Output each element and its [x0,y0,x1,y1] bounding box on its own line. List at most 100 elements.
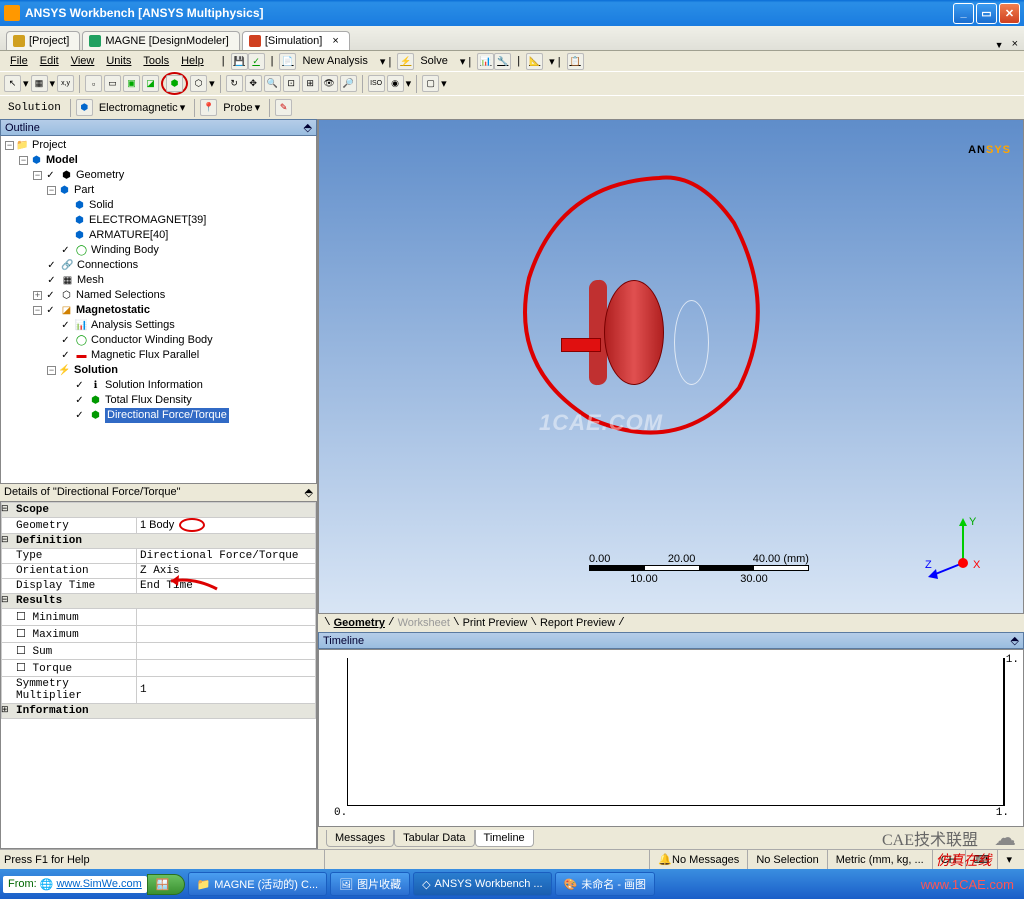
tab-designmodeler[interactable]: MAGNE [DesignModeler] [82,31,240,50]
vertex-icon[interactable]: x,y [57,75,74,92]
dm-icon [89,35,101,47]
body-select-icon[interactable]: ⬢ [166,75,183,92]
rotate-icon[interactable]: ↻ [226,75,243,92]
tab-project[interactable]: [Project] [6,31,80,50]
details-panel[interactable]: Scope Geometry1 Body Definition TypeDire… [0,501,317,849]
watermark-1cae: 1CAE.COM [539,410,663,436]
svg-text:Z: Z [925,559,932,571]
orientation-value[interactable]: Z Axis [137,564,316,579]
body-filter-icon[interactable]: ◪ [142,75,159,92]
project-icon [13,35,25,47]
view-icon[interactable]: ◉ [387,75,404,92]
view-tabs: \Geometry/Worksheet\Print Preview\Report… [318,614,1024,632]
util-icon-2[interactable]: 🔧 [494,53,511,70]
start-button[interactable]: 🪟 [147,874,185,895]
body-select-highlight: ⬢ [161,72,188,95]
status-help: Press F1 for Help [4,854,324,866]
watermark-url: www.1CAE.com [921,877,1014,892]
check-icon[interactable]: ✓ [248,53,265,70]
triad-icon[interactable]: Y Z X [923,513,993,583]
outline-header: Outline⬘ [0,119,317,136]
menu-file[interactable]: File [4,53,34,69]
zoom-box-icon[interactable]: ⊡ [283,75,300,92]
iso-icon[interactable]: ISO [368,75,385,92]
project-icon: 📁 [16,139,29,152]
new-analysis-button[interactable]: New Analysis [296,53,373,69]
tab-print-preview[interactable]: Print Preview [460,617,531,629]
pin-icon[interactable]: ⬘ [305,486,313,499]
select-icon[interactable]: ▦ [31,75,48,92]
maximize-button[interactable]: ▭ [976,3,997,24]
pin-icon[interactable]: ⬘ [304,121,312,134]
tabs-close-icon[interactable]: × [1012,38,1018,50]
display-time-value[interactable]: End Time [137,579,316,594]
timeline-chart[interactable]: 1. 0. 1. [347,658,1005,806]
tab-messages[interactable]: Messages [326,830,394,847]
tree-selected-item[interactable]: ✓⬢Directional Force/Torque [3,408,314,423]
electromagnetic-dropdown[interactable]: Electromagnetic ▾ [95,99,189,117]
status-messages[interactable]: 🔔 No Messages [649,850,747,869]
util-icon-1[interactable]: 📊 [477,53,494,70]
task-paint[interactable]: 🎨 未命名 - 画图 [555,872,655,896]
save-icon[interactable]: 💾 [231,53,248,70]
status-bar: Press F1 for Help 🔔 No Messages No Selec… [0,849,1024,869]
outline-tree[interactable]: −📁Project −⬢Model −✓⬢Geometry −⬢Part ⬢So… [0,136,317,484]
tab-tabular-data[interactable]: Tabular Data [394,830,474,847]
tool-icon[interactable]: ✎ [275,99,292,116]
timeline-panel[interactable]: 1. 0. 1. [318,649,1024,827]
probe-dropdown[interactable]: Probe ▾ [219,99,264,117]
zoom-fit-icon[interactable]: ⊞ [302,75,319,92]
tab-worksheet[interactable]: Worksheet [395,617,453,629]
tab-simulation[interactable]: [Simulation]× [242,31,350,50]
edge-filter-icon[interactable]: ▭ [104,75,121,92]
window-titlebar: ANSYS Workbench [ANSYS Multiphysics] _ ▭… [0,0,1024,26]
task-magne[interactable]: 📁 MAGNE (活动的) C... [188,872,328,896]
wireframe-icon[interactable]: ▢ [422,75,439,92]
close-button[interactable]: ✕ [999,3,1020,24]
app-icon [4,5,20,21]
tab-timeline[interactable]: Timeline [475,830,534,847]
minimize-button[interactable]: _ [953,3,974,24]
zoom-icon[interactable]: 🔍 [264,75,281,92]
menu-tools[interactable]: Tools [137,53,175,69]
tab-report-preview[interactable]: Report Preview [537,617,618,629]
3d-model[interactable] [589,280,679,385]
windows-taskbar: From:🌐www.SimWe.com 🪟 📁 MAGNE (活动的) C...… [0,869,1024,899]
task-ansys[interactable]: ◇ ANSYS Workbench ... [413,872,551,896]
status-units[interactable]: Metric (mm, kg, ...仿真在线 [827,850,932,869]
magneto-icon: ◪ [60,304,73,317]
worksheet-icon[interactable]: 📋 [567,53,584,70]
menu-units[interactable]: Units [100,53,137,69]
face-filter-icon[interactable]: ▣ [123,75,140,92]
geometry-value[interactable]: 1 Body [137,518,316,534]
type-value[interactable]: Directional Force/Torque [137,549,316,564]
extend-icon[interactable]: ⬡ [190,75,207,92]
magnify-icon[interactable]: 🔎 [340,75,357,92]
menu-help[interactable]: Help [175,53,210,69]
ime-opt-icon[interactable]: ▾ [997,850,1020,869]
pin-icon[interactable]: ⬘ [1011,634,1019,647]
solve-icon[interactable]: ⚡ [397,53,414,70]
from-badge[interactable]: From:🌐www.SimWe.com [3,876,147,893]
svg-text:Y: Y [969,516,977,528]
point-filter-icon[interactable]: ▫ [85,75,102,92]
tab-geometry[interactable]: Geometry [331,617,388,629]
tab-close-icon[interactable]: × [332,35,338,47]
new-analysis-icon[interactable]: 📄 [279,53,296,70]
task-pictures[interactable]: 🖼 图片收藏 [330,872,410,896]
solve-button[interactable]: Solve [414,53,454,69]
right-panel: ANSYS 1CAE.COM 0.0020.0040.00 (mm) 10.00… [318,119,1024,849]
3d-viewport[interactable]: ANSYS 1CAE.COM 0.0020.0040.00 (mm) 10.00… [318,119,1024,614]
menu-edit[interactable]: Edit [34,53,65,69]
sim-icon [249,35,261,47]
part-icon: ⬢ [58,184,71,197]
solution-button[interactable]: Solution [4,100,65,116]
window-buttons: _ ▭ ✕ [953,3,1020,24]
look-at-icon[interactable]: 👁 [321,75,338,92]
pan-icon[interactable]: ✥ [245,75,262,92]
menu-view[interactable]: View [65,53,101,69]
toolbar-selection: ↖▾ ▦▾ x,y ▫ ▭ ▣ ◪ ⬢ ⬡▾ ↻ ✥ 🔍 ⊡ ⊞ 👁 🔎 ISO… [0,71,1024,95]
tabs-dropdown-icon[interactable]: ▼ [995,40,1004,50]
cursor-icon[interactable]: ↖ [4,75,21,92]
util-icon-3[interactable]: 📐 [526,53,543,70]
